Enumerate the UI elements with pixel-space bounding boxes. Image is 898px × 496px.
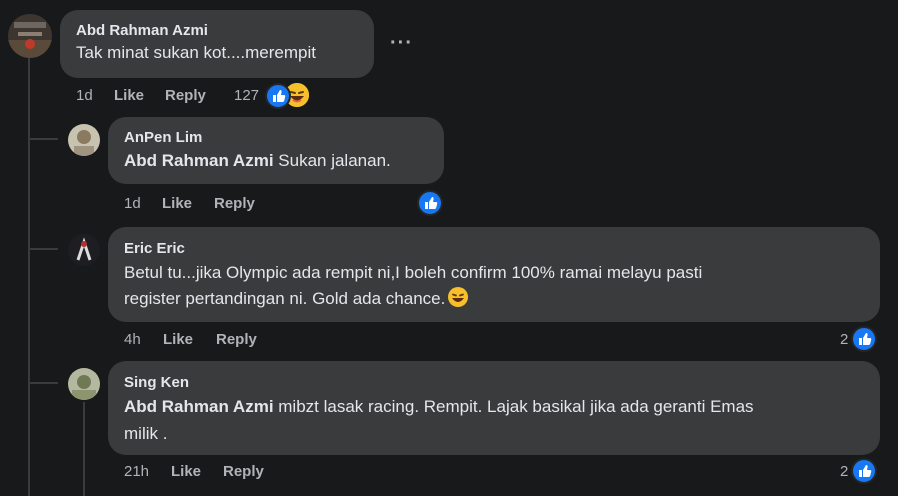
reply-author[interactable]: Eric Eric	[124, 240, 185, 257]
avatar[interactable]	[68, 234, 100, 266]
thumbs-up-icon[interactable]	[851, 458, 877, 484]
avatar-image-icon	[68, 234, 100, 266]
avatar[interactable]	[8, 14, 52, 58]
avatar[interactable]	[68, 368, 100, 400]
reaction-count[interactable]: 127	[234, 87, 259, 104]
like-button[interactable]: Like	[162, 195, 192, 212]
thread-branch-1	[28, 138, 58, 140]
thumbs-up-icon	[265, 83, 291, 109]
reply-text-content: Sukan jalanan.	[273, 151, 391, 170]
thread-branch-3	[28, 382, 58, 384]
comment-text: Tak minat sukan kot....merempit	[76, 43, 316, 62]
avatar-image-icon	[68, 124, 100, 156]
avatar-image-icon	[68, 368, 100, 400]
comment-author[interactable]: Abd Rahman Azmi	[76, 22, 208, 39]
like-button[interactable]: Like	[163, 331, 193, 348]
reply-text-line1: Abd Rahman Azmi mibzt lasak racing. Remp…	[124, 394, 754, 419]
reply-button[interactable]: Reply	[214, 195, 255, 212]
more-options-icon[interactable]: ···	[390, 32, 413, 55]
mention-tag[interactable]: Abd Rahman Azmi	[124, 397, 274, 416]
reply-text-content: mibzt lasak racing. Rempit. Lajak basika…	[273, 397, 754, 416]
reply-button[interactable]: Reply	[216, 331, 257, 348]
reply-button[interactable]: Reply	[165, 87, 206, 104]
mention-tag[interactable]: Abd Rahman Azmi	[124, 151, 274, 170]
reply-text-line2: register pertandingan ni. Gold ada chanc…	[124, 286, 469, 311]
reply-author[interactable]: Sing Ken	[124, 374, 189, 391]
reply-time[interactable]: 21h	[124, 463, 149, 480]
reply-author[interactable]: AnPen Lim	[124, 129, 202, 146]
like-button[interactable]: Like	[114, 87, 144, 104]
reaction-count[interactable]: 2	[840, 463, 848, 480]
grinning-face-icon	[448, 287, 469, 307]
avatar[interactable]	[68, 124, 100, 156]
reply-text-content: register pertandingan ni. Gold ada chanc…	[124, 289, 446, 308]
thread-line-main	[28, 58, 30, 496]
reply-text: Abd Rahman Azmi Sukan jalanan.	[124, 148, 391, 173]
comment-time[interactable]: 1d	[76, 87, 93, 104]
reply-time[interactable]: 4h	[124, 331, 141, 348]
reply-text-line2: milik .	[124, 424, 168, 443]
reply-text-line1: Betul tu...jika Olympic ada rempit ni,I …	[124, 263, 703, 282]
reply-button[interactable]: Reply	[223, 463, 264, 480]
thumbs-up-icon[interactable]	[851, 326, 877, 352]
reaction-count[interactable]: 2	[840, 331, 848, 348]
thread-line-sub	[83, 402, 85, 496]
reply-time[interactable]: 1d	[124, 195, 141, 212]
thumbs-up-icon[interactable]	[417, 190, 443, 216]
avatar-image-icon	[8, 14, 52, 58]
like-button[interactable]: Like	[171, 463, 201, 480]
thread-branch-2	[28, 248, 58, 250]
